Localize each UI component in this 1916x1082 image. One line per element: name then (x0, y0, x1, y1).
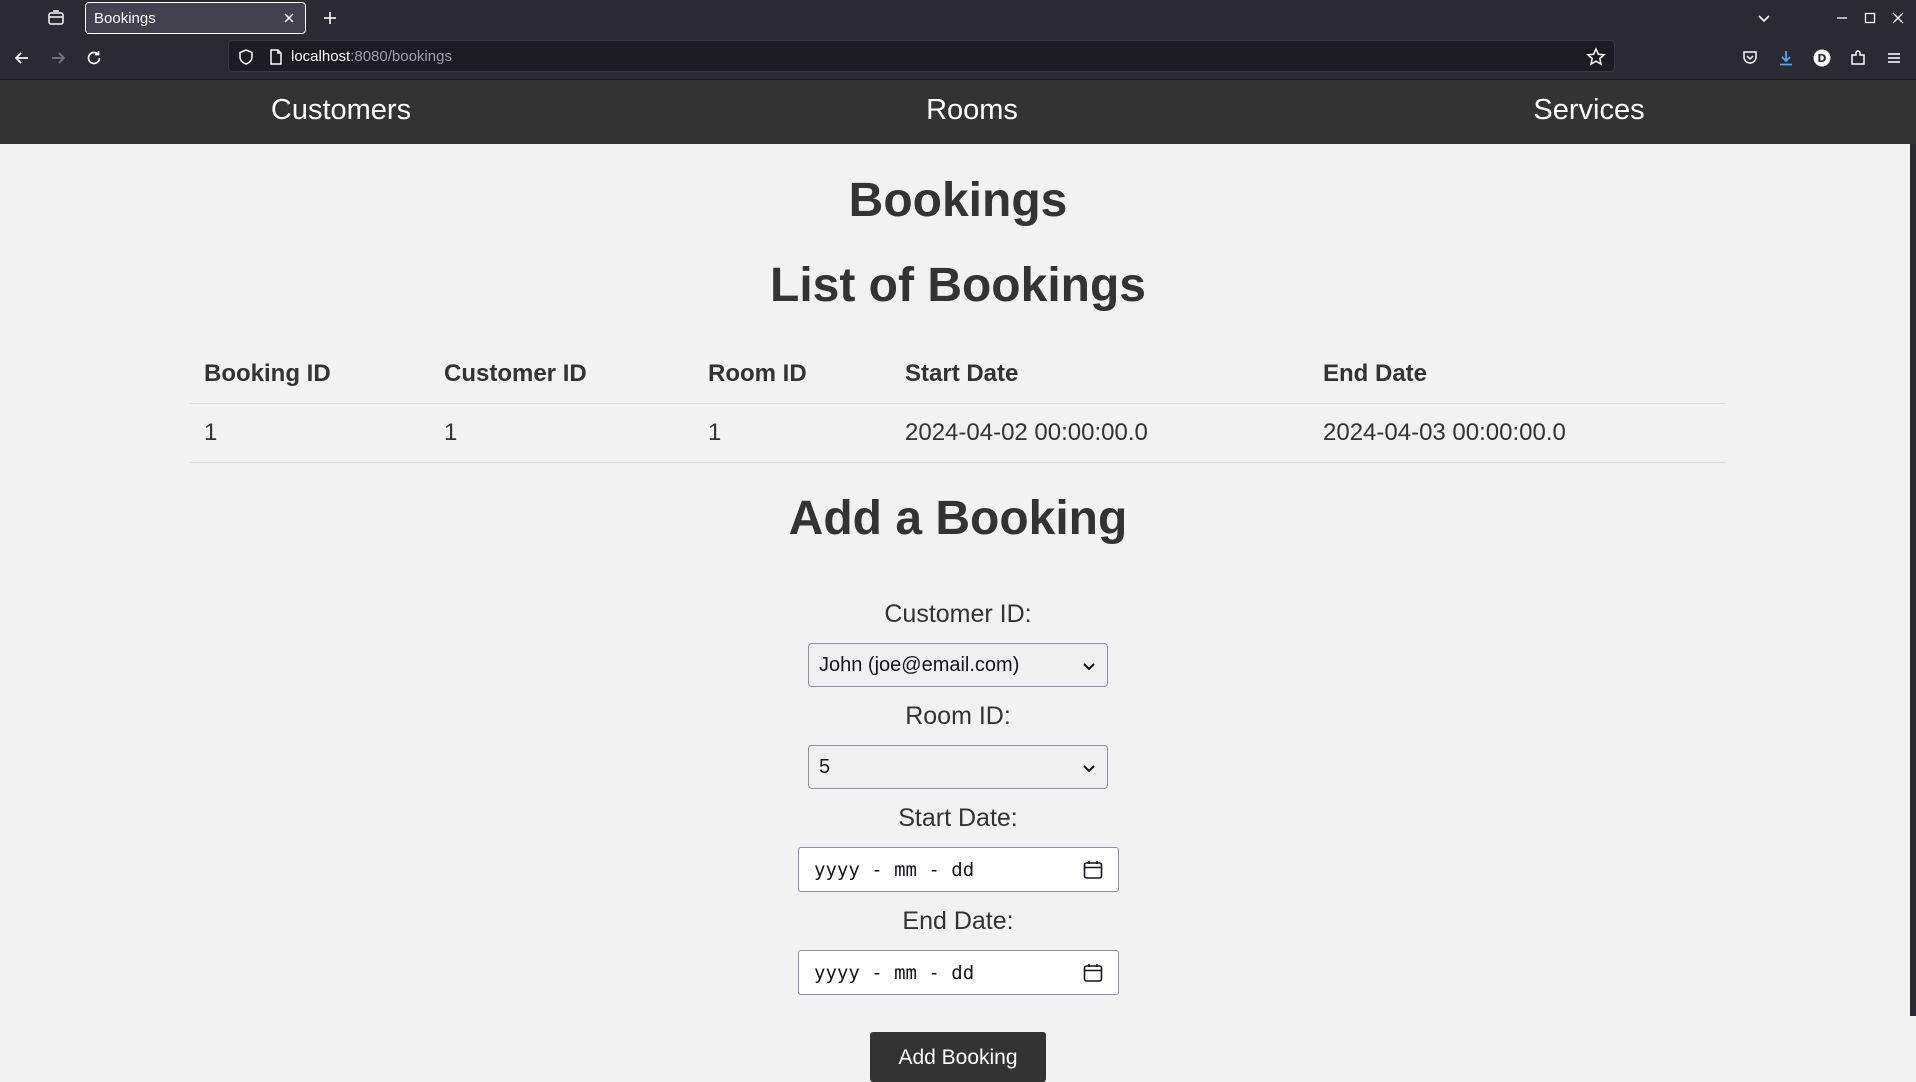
end-date-input[interactable]: yyyy - mm - dd (798, 950, 1119, 995)
start-date-label: Start Date: (898, 804, 1018, 832)
download-icon[interactable] (1774, 46, 1798, 70)
nav-link-rooms[interactable]: Rooms (822, 94, 1122, 127)
tab-title: Bookings (94, 9, 156, 27)
column-header: Start Date (891, 346, 1309, 404)
pocket-icon[interactable] (1738, 46, 1762, 70)
column-header: End Date (1309, 346, 1726, 404)
arrow-right-icon[interactable] (46, 46, 70, 70)
table-cell: 2024-04-02 00:00:00.0 (891, 403, 1309, 463)
window-close-icon[interactable] (1886, 6, 1910, 30)
add-booking-button[interactable]: Add Booking (870, 1032, 1046, 1082)
arrow-left-icon[interactable] (10, 46, 34, 70)
svg-text:D: D (1817, 52, 1826, 65)
room-select[interactable]: 5 (808, 745, 1108, 789)
browser-nav-bar: localhost:8080/bookings D (0, 36, 1916, 80)
star-icon[interactable] (1586, 47, 1606, 67)
url-text[interactable]: localhost:8080/bookings (291, 48, 452, 65)
start-date-input[interactable]: yyyy - mm - dd (798, 847, 1119, 892)
column-header: Booking ID (190, 346, 430, 404)
minimize-icon[interactable] (1830, 6, 1854, 30)
reload-icon[interactable] (82, 46, 106, 70)
end-date-label: End Date: (902, 907, 1014, 935)
url-path: :8080/bookings (350, 48, 452, 65)
nav-link-customers[interactable]: Customers (191, 94, 491, 127)
url-bar[interactable]: localhost:8080/bookings (228, 40, 1615, 72)
room-id-label: Room ID: (905, 702, 1011, 730)
calendar-icon[interactable] (1082, 859, 1104, 881)
browser-tab[interactable]: Bookings (85, 2, 306, 34)
tab-overflow-chevron-icon[interactable] (1752, 6, 1776, 30)
bookings-table: Booking ID Customer ID Room ID Start Dat… (190, 346, 1726, 463)
tab-list-icon[interactable] (44, 6, 68, 30)
start-date-placeholder: yyyy - mm - dd (814, 858, 975, 881)
column-header: Room ID (694, 346, 891, 404)
list-heading: List of Bookings (770, 259, 1146, 312)
plus-icon[interactable] (318, 6, 342, 30)
extensions-icon[interactable] (1846, 46, 1870, 70)
add-heading: Add a Booking (788, 492, 1128, 545)
maximize-icon[interactable] (1858, 6, 1882, 30)
table-cell: 1 (430, 403, 694, 463)
table-cell: 2024-04-03 00:00:00.0 (1309, 403, 1726, 463)
chevron-down-icon (1079, 758, 1099, 778)
close-icon[interactable] (281, 10, 297, 26)
column-header: Customer ID (430, 346, 694, 404)
calendar-icon[interactable] (1082, 962, 1104, 984)
chevron-down-icon (1079, 656, 1099, 676)
nav-link-services[interactable]: Services (1439, 94, 1739, 127)
menu-icon[interactable] (1882, 46, 1906, 70)
browser-tab-bar: Bookings (0, 0, 1916, 36)
shield-icon[interactable] (237, 48, 255, 66)
room-select-value: 5 (819, 755, 831, 778)
customer-select[interactable]: John (joe@email.com) (808, 643, 1108, 687)
table-header-row: Booking ID Customer ID Room ID Start Dat… (190, 346, 1726, 404)
url-host: localhost (291, 48, 351, 65)
page-title: Bookings (848, 174, 1068, 227)
end-date-placeholder: yyyy - mm - dd (814, 961, 975, 984)
customer-select-value: John (joe@email.com) (819, 653, 1020, 676)
table-cell: 1 (190, 403, 430, 463)
table-cell: 1 (694, 403, 891, 463)
account-icon[interactable]: D (1810, 46, 1834, 70)
site-nav: Customers Rooms Services (0, 80, 1916, 144)
table-row: 1 1 1 2024-04-02 00:00:00.0 2024-04-03 0… (190, 403, 1726, 463)
page-icon[interactable] (267, 48, 285, 66)
customer-id-label: Customer ID: (884, 600, 1032, 628)
